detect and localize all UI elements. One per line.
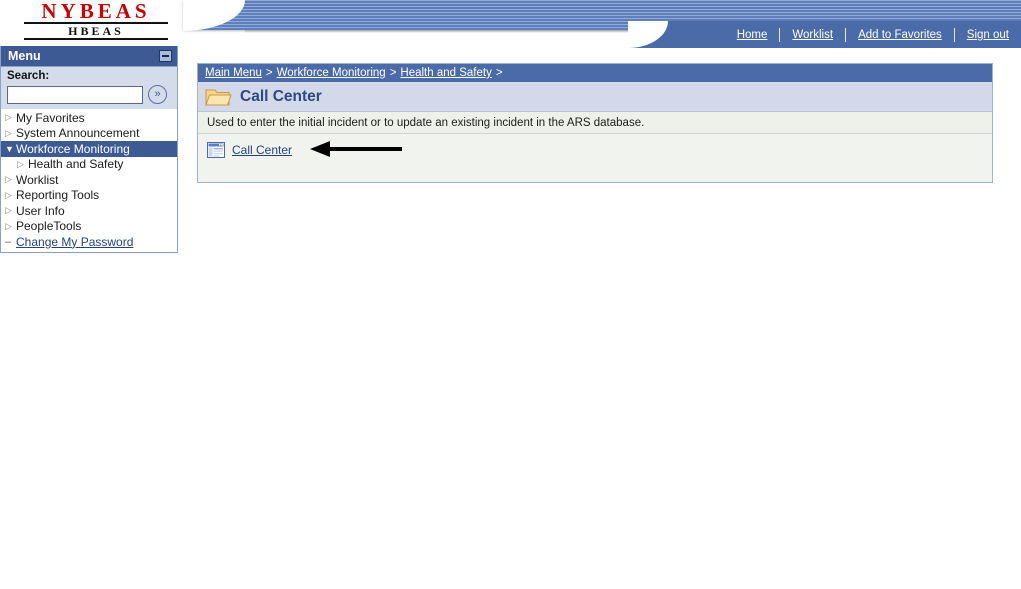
sidebar-item-peopletools[interactable]: ▷ PeopleTools — [1, 219, 177, 235]
breadcrumb-item-health-and-safety[interactable]: Health and Safety — [400, 67, 491, 79]
chevron-right-icon: ▷ — [5, 174, 12, 185]
sidebar-item-label: System Announcement — [16, 126, 140, 141]
chevron-right-icon: ▷ — [5, 189, 12, 200]
minimize-icon[interactable] — [159, 50, 172, 62]
breadcrumb-separator: > — [389, 67, 397, 79]
dash-icon: – — [5, 235, 12, 248]
menu-sidebar: Menu Search: » ▷ My Favorites ▷ System A… — [0, 46, 178, 253]
page-title-row: Call Center — [198, 82, 992, 112]
breadcrumb-item-main-menu[interactable]: Main Menu — [205, 67, 262, 79]
breadcrumb: Main Menu > Workforce Monitoring > Healt… — [198, 64, 992, 82]
logo-secondary-text: HBEAS — [24, 25, 168, 40]
peoplesoft-page: NYBEAS HBEAS Home Worklist Add to Favori… — [0, 0, 1021, 589]
sidebar-item-user-info[interactable]: ▷ User Info — [1, 203, 177, 219]
sidebar-item-workforce-monitoring[interactable]: ▼ Workforce Monitoring — [1, 141, 177, 157]
sidebar-item-worklist[interactable]: ▷ Worklist — [1, 172, 177, 188]
menu-search-area: Search: » — [1, 67, 177, 109]
chevron-right-icon: ▷ — [17, 158, 24, 169]
sidebar-item-label: My Favorites — [16, 110, 85, 125]
sign-out-link[interactable]: Sign out — [955, 29, 1021, 41]
search-go-icon[interactable]: » — [148, 85, 167, 104]
header-link-divider — [779, 28, 781, 42]
chevron-right-icon: ▷ — [5, 220, 12, 231]
worklist-link[interactable]: Worklist — [780, 29, 845, 41]
content-panel: Main Menu > Workforce Monitoring > Healt… — [197, 63, 993, 183]
page-description-text: Used to enter the initial incident or to… — [207, 116, 645, 129]
header-link-divider — [953, 28, 955, 42]
sidebar-item-label: Worklist — [16, 172, 59, 187]
open-folder-icon — [205, 86, 232, 108]
menu-header: Menu — [1, 46, 177, 67]
sidebar-item-label: Health and Safety — [28, 157, 124, 172]
chevron-right-icon: ▷ — [5, 112, 12, 123]
chevron-down-icon: ▼ — [5, 143, 14, 154]
add-to-favorites-link[interactable]: Add to Favorites — [846, 29, 954, 41]
annotation-left-arrow — [310, 141, 402, 157]
search-row: » — [7, 85, 172, 104]
logo-primary-text: NYBEAS — [24, 1, 168, 24]
menu-title-label: Menu — [8, 49, 41, 63]
sidebar-item-system-announcement[interactable]: ▷ System Announcement — [1, 126, 177, 142]
menu-tree: ▷ My Favorites ▷ System Announcement ▼ W… — [1, 109, 177, 252]
header-links: Home Worklist Add to Favorites Sign out — [680, 26, 1021, 44]
home-link[interactable]: Home — [725, 29, 780, 41]
sidebar-item-health-and-safety[interactable]: ▷ Health and Safety — [1, 157, 177, 173]
sidebar-item-reporting-tools[interactable]: ▷ Reporting Tools — [1, 188, 177, 204]
breadcrumb-separator: > — [265, 67, 273, 79]
sidebar-item-label: Change My Password — [16, 234, 134, 249]
chevron-right-icon: ▷ — [5, 205, 12, 216]
panel-footer-spacer — [198, 165, 992, 182]
nybeas-logo: NYBEAS HBEAS — [24, 1, 168, 40]
sidebar-item-change-my-password[interactable]: – Change My Password — [1, 234, 177, 250]
page-title: Call Center — [240, 87, 322, 105]
breadcrumb-separator-trailing: > — [495, 67, 503, 79]
search-label: Search: — [7, 70, 50, 82]
chevron-right-icon: ▷ — [5, 127, 12, 138]
sidebar-item-label: Reporting Tools — [16, 188, 100, 203]
component-page-icon — [207, 141, 225, 158]
search-input[interactable] — [7, 85, 143, 104]
sidebar-item-label: User Info — [16, 203, 65, 218]
sidebar-item-label: Workforce Monitoring — [16, 141, 130, 156]
page-description: Used to enter the initial incident or to… — [198, 112, 992, 134]
sidebar-item-label: PeopleTools — [16, 219, 82, 234]
header-link-divider — [845, 28, 847, 42]
header-banner: NYBEAS HBEAS Home Worklist Add to Favori… — [0, 0, 1021, 48]
breadcrumb-item-workforce-monitoring[interactable]: Workforce Monitoring — [277, 67, 386, 79]
component-link-row: Call Center — [198, 134, 992, 165]
sidebar-item-my-favorites[interactable]: ▷ My Favorites — [1, 110, 177, 126]
call-center-link[interactable]: Call Center — [232, 143, 292, 157]
